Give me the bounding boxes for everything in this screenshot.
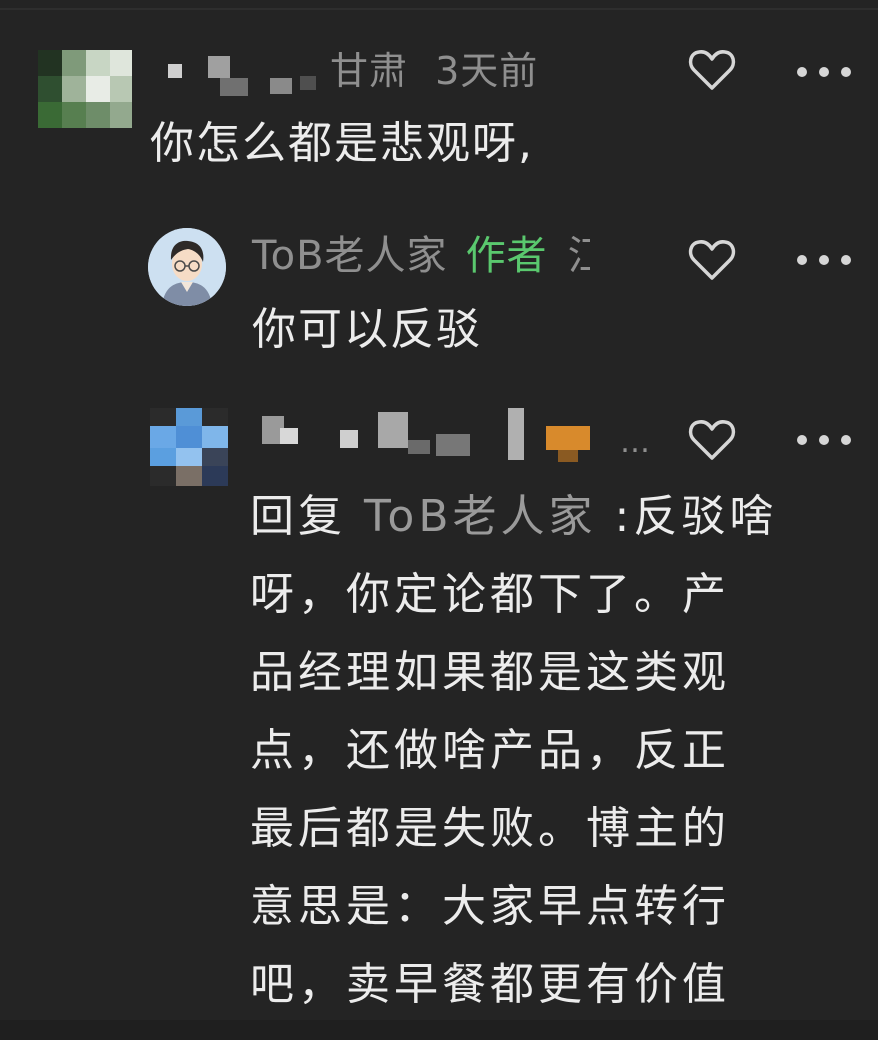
reply-line: 吧，卖早餐都更有价值 — [250, 959, 730, 1010]
reply-line: 最后都是失败。博主的 — [250, 803, 730, 854]
reply-line: 呀，你定论都下了。产 — [250, 569, 730, 620]
more-dots-icon[interactable] — [796, 252, 852, 266]
meta-ellipsis: … — [620, 425, 651, 460]
reply-line: 意思是：大家早点转行 — [250, 881, 730, 932]
reply-prefix: 回复 — [250, 491, 346, 542]
avatar[interactable] — [38, 50, 132, 128]
top-divider — [0, 8, 878, 10]
username[interactable]: ToB老人家 — [252, 233, 448, 279]
location: 甘肃 — [330, 49, 409, 93]
avatar[interactable] — [148, 228, 226, 306]
reply-line: 回复 ToB老人家 :反驳啥 — [250, 491, 778, 542]
username-redacted[interactable] — [258, 406, 598, 462]
more-dots-icon[interactable] — [796, 64, 852, 78]
comment-text: 你怎么都是悲观呀, — [150, 118, 534, 169]
username-redacted[interactable] — [150, 50, 330, 98]
heart-outline-icon[interactable] — [688, 238, 736, 282]
author-badge: 作者 — [465, 233, 548, 279]
reply-line: 点，还做啥产品，反正 — [250, 725, 730, 776]
avatar[interactable] — [150, 408, 228, 486]
comment-meta: 甘肃 3天前 — [330, 52, 538, 90]
reply-target-username[interactable]: ToB老人家 — [364, 491, 597, 542]
location: 江 — [567, 236, 590, 276]
heart-outline-icon[interactable] — [688, 418, 736, 462]
reply-line: 品经理如果都是这类观 — [250, 647, 730, 698]
bottom-bar — [0, 1020, 878, 1040]
comment-meta: ToB老人家 作者江 — [252, 236, 590, 276]
heart-outline-icon[interactable] — [688, 48, 736, 92]
comment-text: 你可以反驳 — [252, 304, 482, 355]
more-dots-icon[interactable] — [796, 432, 852, 446]
reply-text: 回复 ToB老人家 :反驳啥 呀，你定论都下了。产 品经理如果都是这类观 点，还… — [250, 478, 850, 1024]
timestamp: 3天前 — [435, 49, 539, 93]
